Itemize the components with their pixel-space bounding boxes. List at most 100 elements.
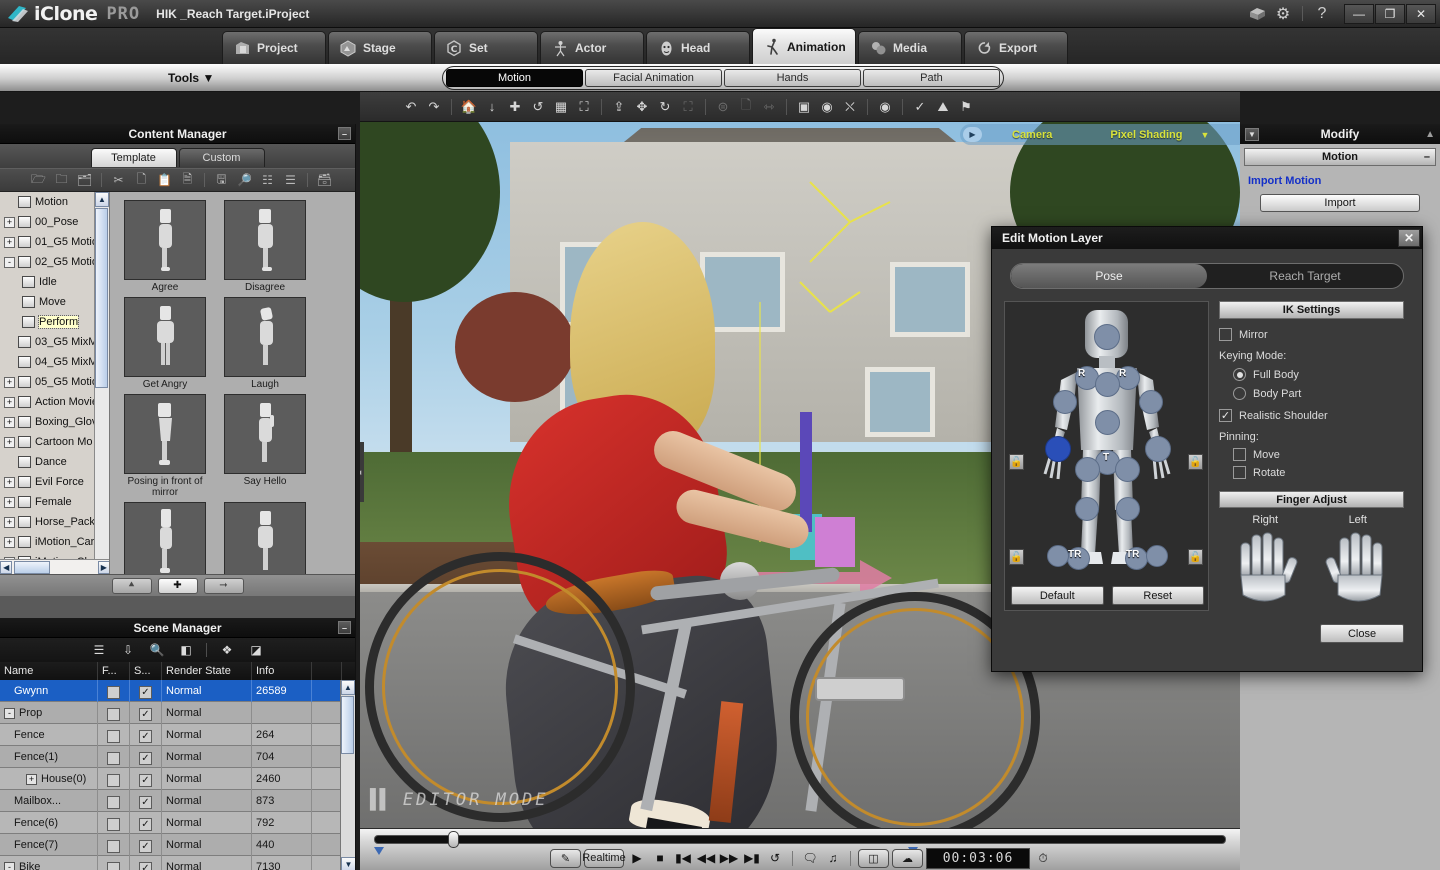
body-rig-selector[interactable]: R R T TR TR 🔓 🔓 🔓 🔓 Default Reset — [1004, 301, 1209, 611]
section-minimize-icon[interactable]: – — [1424, 151, 1430, 163]
fullscreen-icon[interactable]: ⛌ — [839, 96, 861, 118]
tree-node-00-pose[interactable]: +00_Pose — [0, 212, 109, 232]
panel-collapse-icon[interactable]: ▲ — [1425, 129, 1435, 140]
table-row[interactable]: -Prop ✓ Normal — [0, 702, 355, 724]
loop-icon[interactable]: ↺ — [765, 849, 785, 868]
motion-section-header[interactable]: Motion – — [1244, 148, 1436, 166]
import-motion-link[interactable]: Import Motion — [1248, 175, 1436, 187]
joint-hand-right[interactable] — [1045, 436, 1071, 462]
scroll-right-icon[interactable]: ▶ — [98, 561, 110, 574]
segment-reach-target[interactable]: Reach Target — [1207, 264, 1403, 288]
viewport-collapse-handle[interactable]: ◂ — [360, 442, 364, 502]
undo-icon[interactable]: ↶ — [400, 96, 422, 118]
maximize-icon[interactable]: ⛶ — [677, 96, 699, 118]
joint-spine[interactable] — [1095, 410, 1120, 435]
tree-node-move[interactable]: Move — [0, 292, 109, 312]
rotate-icon[interactable]: ↺ — [527, 96, 549, 118]
realtime-button[interactable]: Realtime — [584, 849, 624, 868]
row-freeze-checkbox[interactable] — [98, 724, 130, 746]
tree-node-imotion-car[interactable]: +iMotion_Car — [0, 532, 109, 552]
mirror-icon[interactable]: ⇿ — [758, 96, 780, 118]
table-row[interactable]: Fence(1) ✓ Normal 704 — [0, 746, 355, 768]
joint-knee-left[interactable] — [1116, 497, 1140, 521]
thumbnail-item[interactable]: Say Hello — [224, 394, 306, 498]
scene-manager-minimize-button[interactable]: – — [338, 621, 351, 634]
joint-toe-right[interactable] — [1047, 545, 1069, 567]
row-freeze-checkbox[interactable] — [98, 790, 130, 812]
check-icon[interactable]: ✓ — [909, 96, 931, 118]
thumbnail-item[interactable]: Thinking — [224, 502, 306, 574]
close-button[interactable]: ✕ — [1406, 4, 1436, 24]
play-icon[interactable]: ▶ — [627, 849, 647, 868]
tree-node-04-g5-mixmoves[interactable]: 04_G5 MixMoves — [0, 352, 109, 372]
save-icon[interactable]: 🖫 — [211, 171, 232, 190]
row-show-checkbox[interactable]: ✓ — [130, 680, 162, 702]
terrain-icon[interactable]: ⛰ — [932, 96, 954, 118]
ik-settings-header[interactable]: IK Settings — [1219, 301, 1404, 319]
scroll-thumb[interactable] — [341, 696, 354, 754]
tab-set[interactable]: C Set — [434, 31, 538, 64]
pinning-move-checkbox[interactable] — [1233, 448, 1246, 461]
scroll-up-icon[interactable]: ▲ — [341, 680, 355, 695]
joint-elbow-left[interactable] — [1139, 390, 1163, 414]
thumbnail-item[interactable]: Talk — [124, 502, 206, 574]
row-freeze-checkbox[interactable] — [98, 812, 130, 834]
search-icon[interactable]: 🔎 — [234, 171, 255, 190]
joint-thigh-right[interactable] — [1075, 457, 1100, 482]
record-button[interactable]: ✎ — [550, 849, 581, 868]
subtab-motion[interactable]: Motion — [446, 69, 583, 87]
box-icon[interactable] — [1244, 3, 1270, 25]
filter-icon[interactable]: ☰ — [88, 641, 110, 660]
column-header-show[interactable]: S... — [130, 662, 162, 680]
row-show-checkbox[interactable]: ✓ — [130, 702, 162, 724]
expander-icon[interactable]: + — [26, 774, 37, 785]
new-folder-icon[interactable]: 🗁 — [28, 171, 49, 190]
expander-icon[interactable]: + — [4, 537, 15, 548]
export-folder-icon[interactable]: 🗃 — [314, 171, 335, 190]
timeline-button[interactable]: ◫ — [858, 849, 889, 868]
tree-node-03-g5-mixmoves[interactable]: 03_G5 MixMoves — [0, 332, 109, 352]
subtab-path[interactable]: Path — [863, 69, 1000, 87]
properties-icon[interactable]: ☷ — [257, 171, 278, 190]
apply-right-button[interactable]: ➞ — [204, 578, 244, 594]
scatter-icon[interactable]: ❖ — [216, 641, 238, 660]
keying-mode-full-body[interactable]: Full Body — [1219, 368, 1404, 381]
stop-icon[interactable]: ■ — [650, 849, 670, 868]
column-icon[interactable]: ◧ — [175, 641, 197, 660]
table-row[interactable]: +House(0) ✓ Normal 2460 — [0, 768, 355, 790]
finger-adjust-header[interactable]: Finger Adjust — [1219, 491, 1404, 508]
expander-icon[interactable]: - — [4, 257, 15, 268]
shading-label[interactable]: Pixel Shading — [1110, 129, 1182, 141]
screen-icon[interactable]: ▣ — [793, 96, 815, 118]
search-icon[interactable]: 🔍 — [146, 641, 168, 660]
audio-icon[interactable]: ♫ — [823, 849, 843, 868]
duplicate-icon[interactable]: 🗎 — [177, 171, 198, 190]
tree-node-05-g5-motion[interactable]: +05_G5 Motion — [0, 372, 109, 392]
subtab-hands[interactable]: Hands — [724, 69, 861, 87]
row-freeze-checkbox[interactable] — [98, 856, 130, 870]
table-row[interactable]: Fence ✓ Normal 264 — [0, 724, 355, 746]
joint-thigh-left[interactable] — [1115, 457, 1140, 482]
column-header-render-state[interactable]: Render State — [162, 662, 252, 680]
add-button[interactable]: ✚ — [158, 578, 198, 594]
render-icon[interactable]: ◉ — [816, 96, 838, 118]
scroll-left-icon[interactable]: ◀ — [0, 561, 12, 574]
import-button[interactable]: Import — [1260, 194, 1420, 212]
dialogue-icon[interactable]: 🗨 — [800, 849, 820, 868]
prev-frame-icon[interactable]: ▮◀ — [673, 849, 693, 868]
row-freeze-checkbox[interactable] — [98, 768, 130, 790]
chevron-down-icon[interactable]: ▼ — [1201, 130, 1210, 140]
row-show-checkbox[interactable]: ✓ — [130, 790, 162, 812]
expander-icon[interactable]: + — [4, 417, 15, 428]
mirror-row[interactable]: Mirror — [1219, 328, 1404, 341]
radio-body-part[interactable] — [1233, 387, 1246, 400]
row-show-checkbox[interactable]: ✓ — [130, 746, 162, 768]
minimize-button[interactable]: — — [1344, 4, 1374, 24]
table-row[interactable]: -Bike ✓ Normal 7130 — [0, 856, 355, 870]
rewind-icon[interactable]: ◀◀ — [696, 849, 716, 868]
tree-node-dance[interactable]: Dance — [0, 452, 109, 472]
edit-motion-layer-dialog[interactable]: Edit Motion Layer ✕ Pose Reach Target — [991, 226, 1423, 672]
expander-icon[interactable]: + — [4, 217, 15, 228]
expander-icon[interactable]: - — [4, 862, 15, 870]
home-icon[interactable]: 🏠 — [458, 96, 480, 118]
